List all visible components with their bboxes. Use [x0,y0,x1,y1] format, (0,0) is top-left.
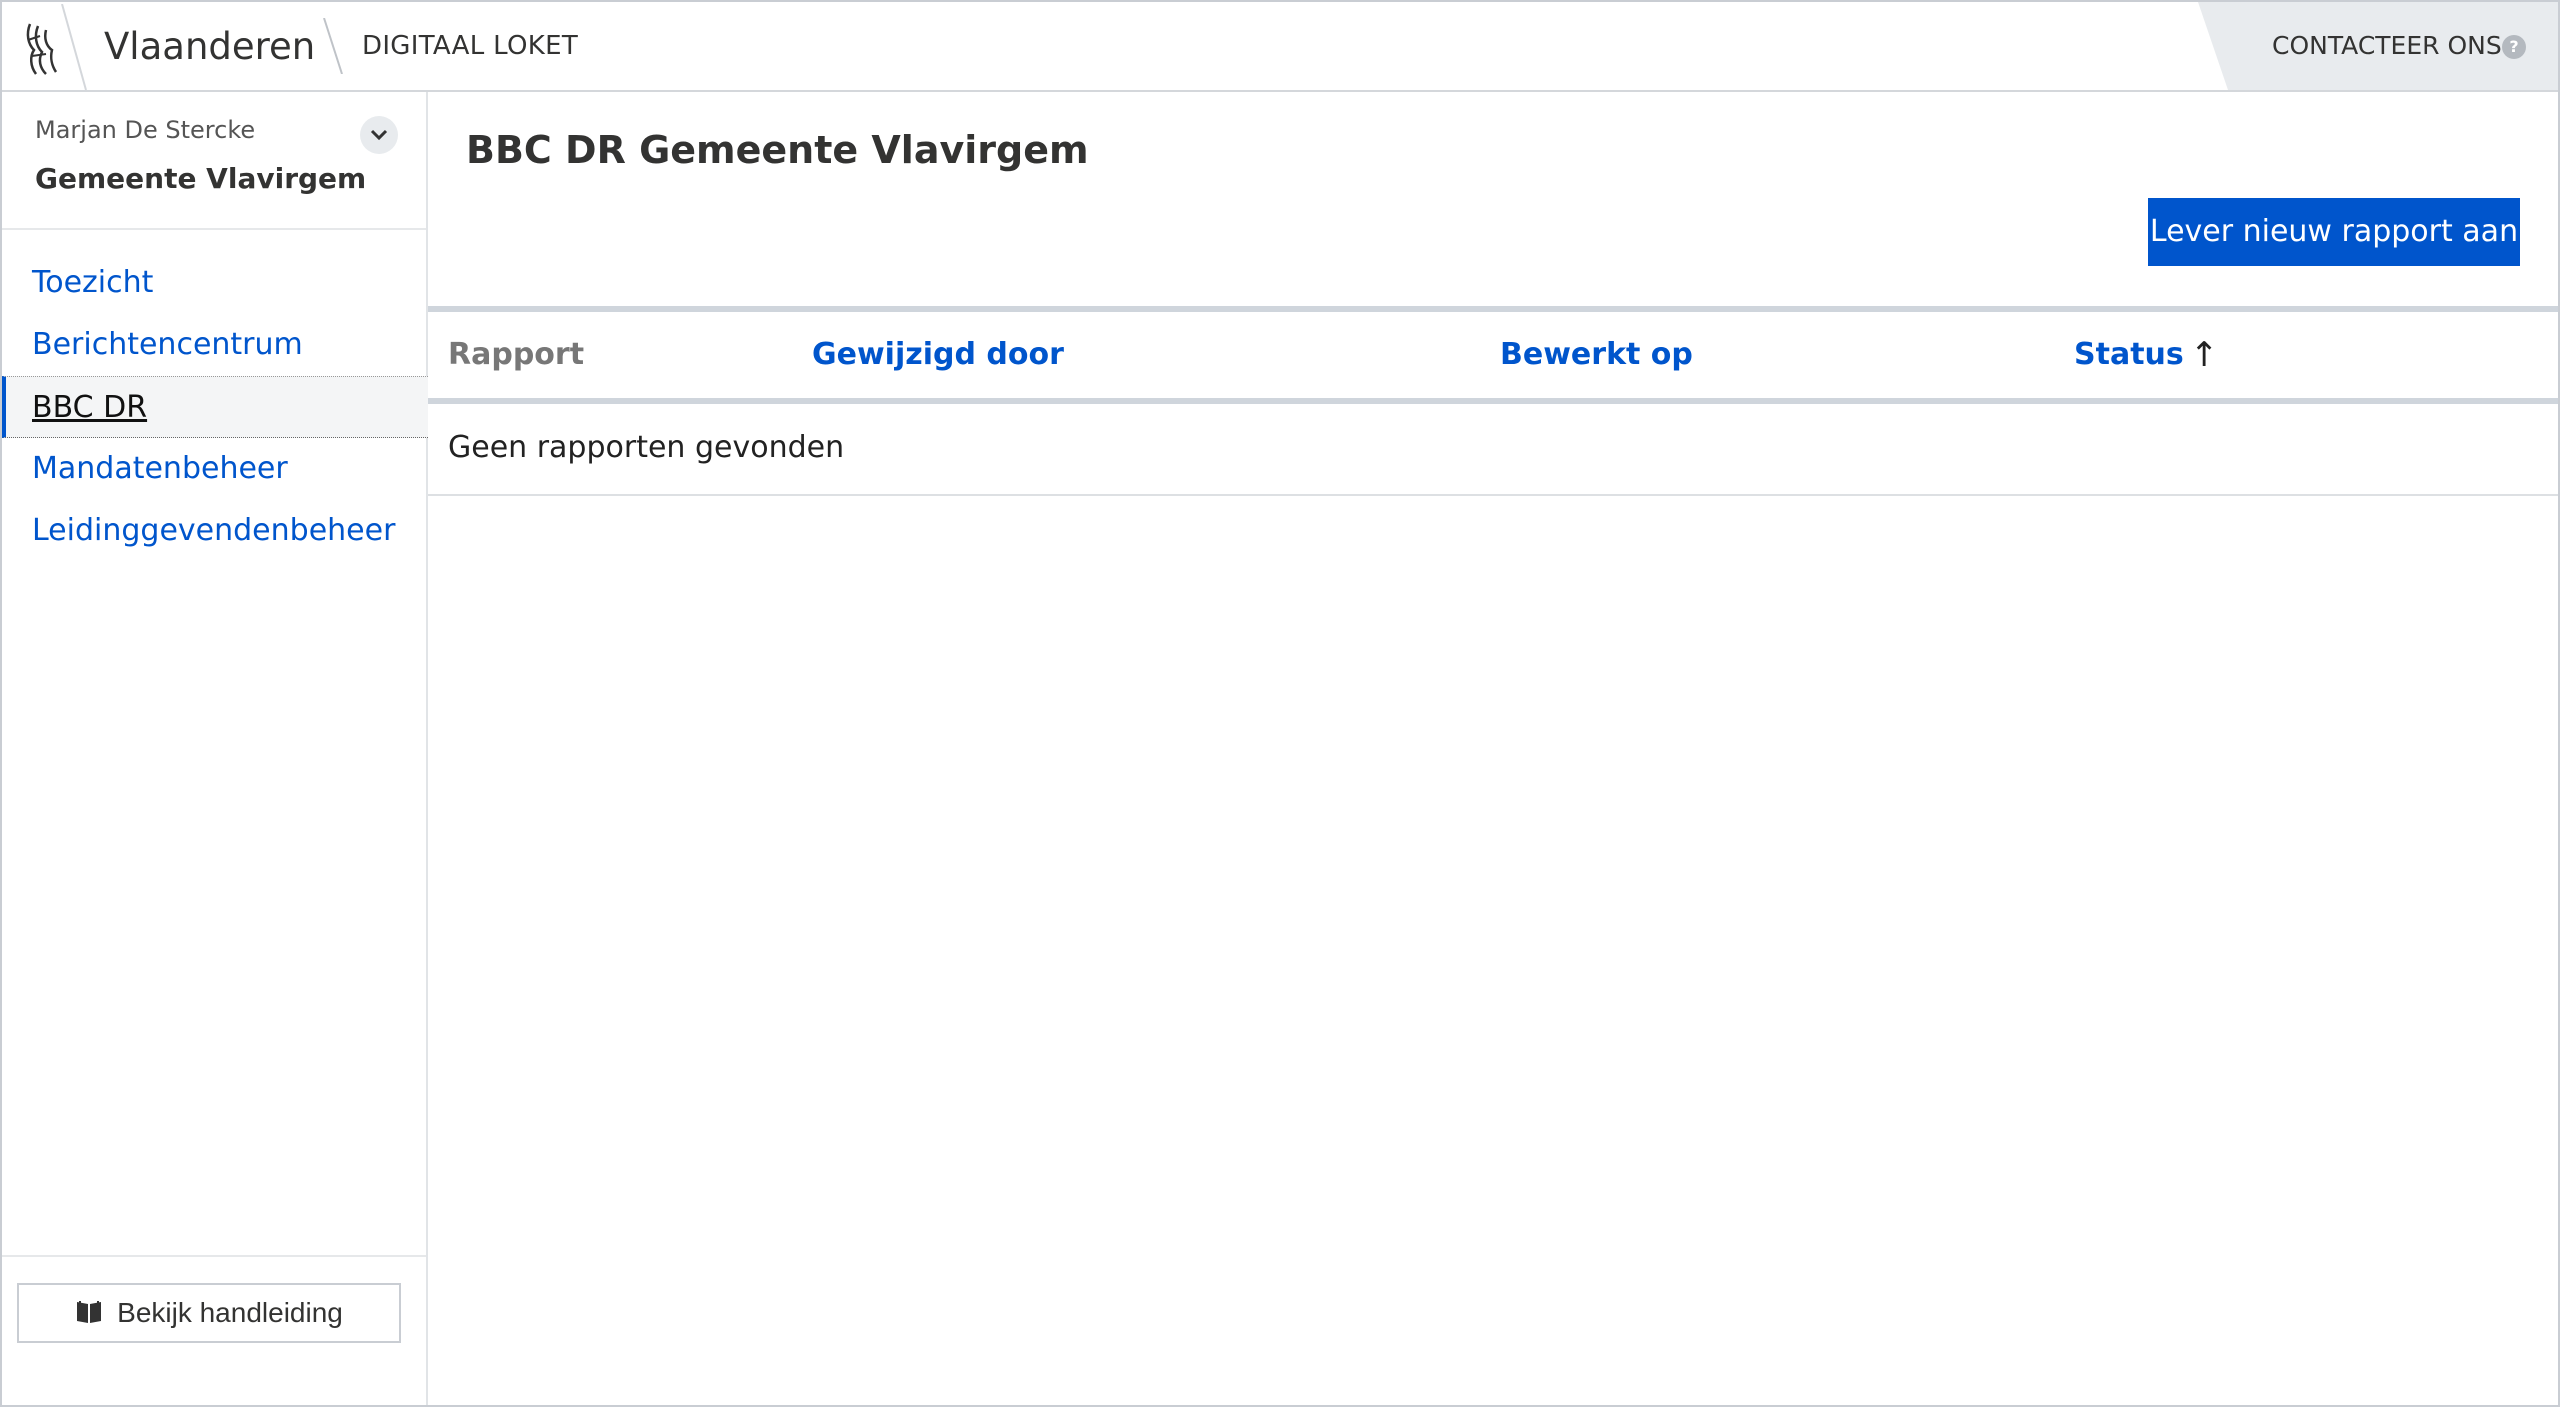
global-header: Vlaanderen DIGITAAL LOKET CONTACTEER ONS… [2,2,2558,92]
brand-name[interactable]: Vlaanderen [104,22,315,72]
new-report-button[interactable]: Lever nieuw rapport aan [2148,198,2520,266]
book-icon [77,1300,102,1323]
manual-button-label: Bekijk handleiding [117,1297,343,1328]
sidebar-item-leidinggevendenbeheer[interactable]: Leidinggevendenbeheer [2,500,426,562]
header-divider [323,18,343,74]
column-header-status[interactable]: Status [2074,312,2184,398]
sidebar-item-berichtencentrum[interactable]: Berichtencentrum [2,314,426,376]
sort-ascending-icon[interactable]: ↑ [2190,312,2219,398]
app-name[interactable]: DIGITAAL LOKET [362,26,578,66]
main-content: BBC DR Gemeente Vlavirgem Lever nieuw ra… [428,92,2558,1405]
user-switcher: Marjan De Stercke Gemeente Vlavirgem [2,92,426,230]
sidebar-footer: Bekijk handleiding [2,1255,426,1405]
table-header: Rapport Gewijzigd door Bewerkt op Status… [428,306,2558,404]
column-header-bewerkt-op[interactable]: Bewerkt op [1500,312,1693,398]
sidebar-nav: Toezicht Berichtencentrum BBC DR Mandate… [2,252,428,562]
empty-state-row: Geen rapporten gevonden [428,404,2558,496]
contact-label: CONTACTEER ONS [2272,31,2502,60]
sidebar: Marjan De Stercke Gemeente Vlavirgem Toe… [2,92,428,1405]
sidebar-item-bbc-dr[interactable]: BBC DR [2,376,428,438]
column-header-rapport: Rapport [448,337,585,372]
flanders-lion-icon[interactable] [22,20,62,76]
reports-table: Rapport Gewijzigd door Bewerkt op Status… [428,306,2558,496]
user-name: Marjan De Stercke [35,116,256,144]
sidebar-item-mandatenbeheer[interactable]: Mandatenbeheer [2,438,426,500]
manual-button[interactable]: Bekijk handleiding [17,1283,401,1343]
help-circle-icon: ? [2502,35,2526,59]
contact-button[interactable]: CONTACTEER ONS ? [2198,2,2558,90]
header-divider [61,4,87,90]
column-header-gewijzigd-door[interactable]: Gewijzigd door [812,312,1064,398]
organisation-name: Gemeente Vlavirgem [35,162,367,195]
app-window: Vlaanderen DIGITAAL LOKET CONTACTEER ONS… [0,0,2560,1407]
chevron-down-icon[interactable] [360,116,398,154]
sidebar-item-toezicht[interactable]: Toezicht [2,252,426,314]
page-title: BBC DR Gemeente Vlavirgem [466,128,1089,172]
